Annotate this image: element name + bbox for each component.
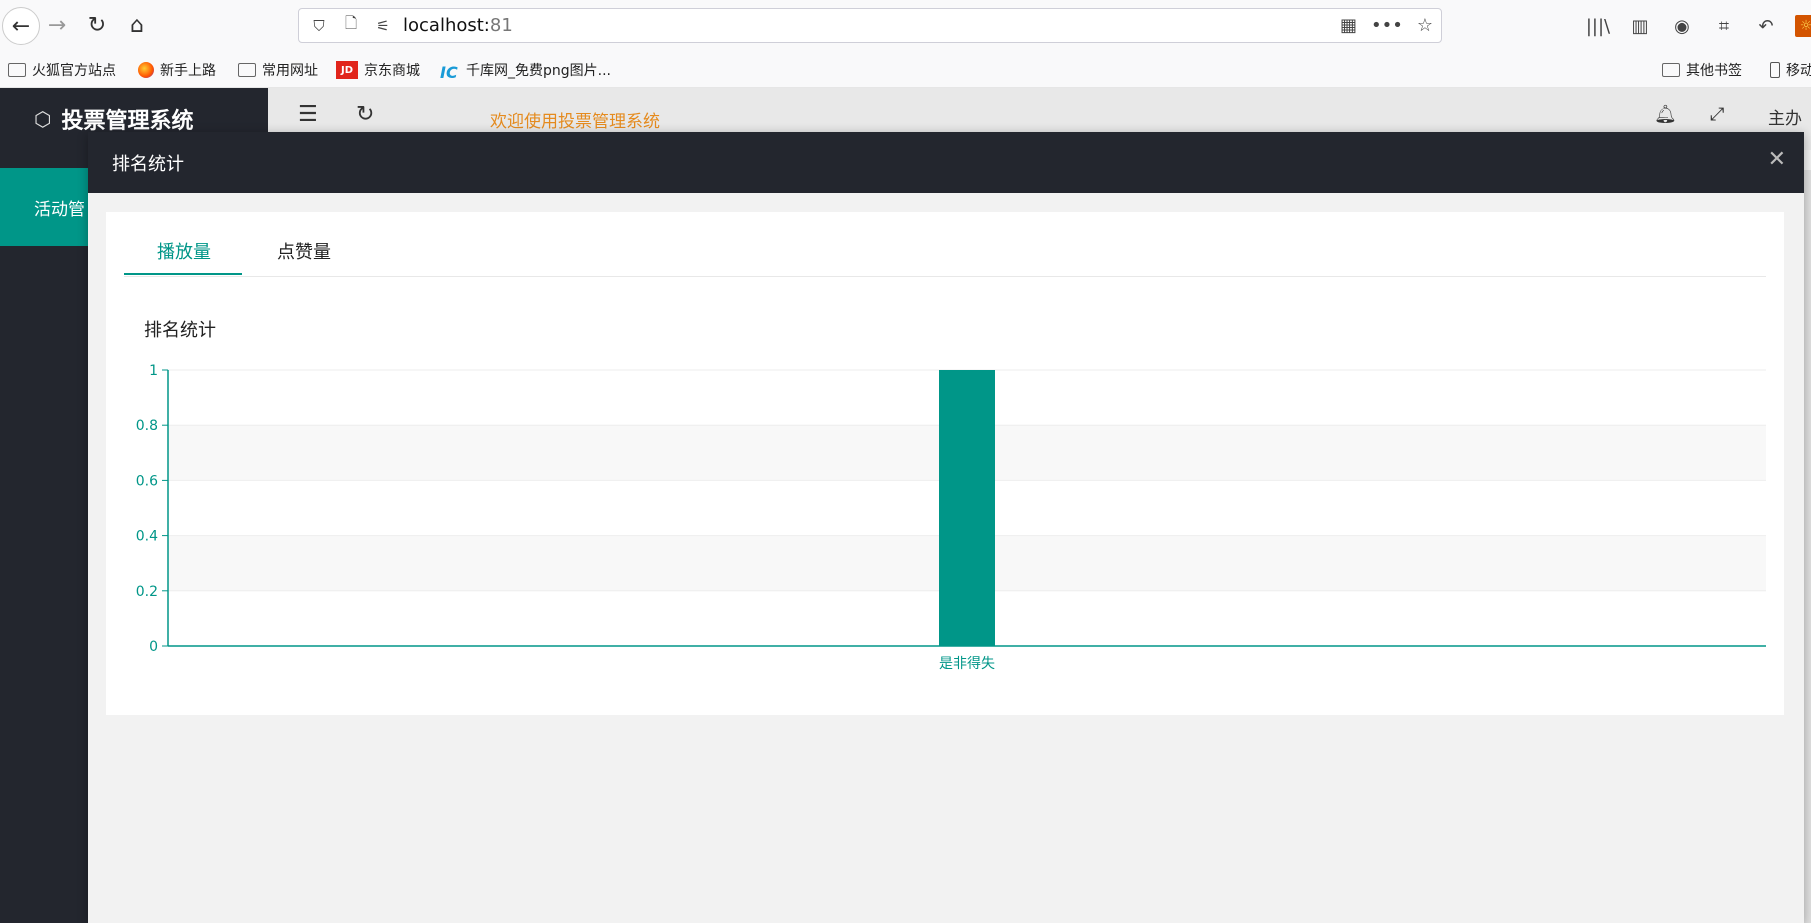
url-port: 81 xyxy=(489,15,513,36)
bookmark-label: 千库网_免费png图片... xyxy=(466,63,611,79)
bookmarks-bar: 火狐官方站点 新手上路 常用网址 JD 京东商城 IC 千库网_免费png图片.… xyxy=(0,52,1811,88)
y-tick-label: 1 xyxy=(149,363,158,379)
bookmark-getting-started[interactable]: 新手上路 xyxy=(138,60,216,80)
x-category-label: 是非得失 xyxy=(939,655,995,672)
bookmark-jd[interactable]: JD 京东商城 xyxy=(336,60,420,80)
user-menu[interactable]: 主办 xyxy=(1768,104,1802,129)
bookmark-label: 京东商城 xyxy=(364,63,420,79)
bookmark-common-sites[interactable]: 常用网址 xyxy=(238,60,318,80)
undo-icon[interactable]: ↶ xyxy=(1753,16,1779,37)
cube-icon: ⬡ xyxy=(34,107,52,131)
sidebar-item-activity[interactable]: 活动管 xyxy=(0,168,88,246)
modal-title: 排名统计 xyxy=(112,154,184,175)
jd-logo-icon: JD xyxy=(336,61,358,79)
bookmark-label: 移动 xyxy=(1786,63,1811,79)
ranking-modal: 排名统计 ✕ 播放量 点赞量 排名统计 0 0.2 0.4 0.6 0.8 1 是非得失 xyxy=(88,132,1804,923)
phone-icon xyxy=(1770,62,1780,78)
y-tick-label: 0 xyxy=(149,639,158,655)
bookmark-label: 新手上路 xyxy=(160,63,216,79)
bookmark-label: 其他书签 xyxy=(1686,63,1742,79)
bell-icon[interactable]: 🔔︎ xyxy=(1654,104,1677,125)
bookmark-qianku[interactable]: IC 千库网_免费png图片... xyxy=(440,60,611,82)
page-icon[interactable]: 🗋 xyxy=(339,13,363,38)
folder-icon xyxy=(238,63,256,77)
qr-code-icon[interactable]: ▦ xyxy=(1340,15,1357,36)
modal-card: 播放量 点赞量 排名统计 0 0.2 0.4 0.6 0.8 1 是非得失 xyxy=(106,212,1784,715)
extension-icon[interactable]: ☼ xyxy=(1795,15,1811,37)
y-tick-label: 0.6 xyxy=(136,473,158,489)
folder-icon xyxy=(8,63,26,77)
sidebar xyxy=(0,150,88,923)
menu-collapse-icon[interactable]: ☰ xyxy=(298,102,318,127)
bookmark-mobile[interactable]: 移动 xyxy=(1770,60,1811,80)
sidebar-icon[interactable]: ▥ xyxy=(1627,16,1653,37)
screenshot-crop-icon[interactable]: ⌗ xyxy=(1711,16,1737,37)
bookmark-other[interactable]: 其他书签 xyxy=(1662,60,1742,80)
y-tick-label: 0.4 xyxy=(136,529,158,545)
firefox-icon xyxy=(138,62,154,78)
browser-toolbar: ← → ↻ ⌂ ⛉ 🗋 ⚟ localhost:81 ▦ ••• ☆ |||\ … xyxy=(0,0,1811,53)
back-arrow-icon[interactable]: ← xyxy=(2,7,40,45)
qianku-logo-icon: IC xyxy=(440,63,458,82)
star-icon[interactable]: ☆ xyxy=(1417,15,1433,36)
forward-arrow-icon[interactable]: → xyxy=(40,8,74,42)
welcome-text: 欢迎使用投票管理系统 xyxy=(490,112,660,132)
account-icon[interactable]: ◉ xyxy=(1669,16,1695,37)
reload-icon[interactable]: ↻ xyxy=(80,8,114,42)
bookmark-firefox-site[interactable]: 火狐官方站点 xyxy=(8,60,116,80)
bookmark-label: 火狐官方站点 xyxy=(32,63,116,79)
home-icon[interactable]: ⌂ xyxy=(120,8,154,42)
permissions-icon[interactable]: ⚟ xyxy=(371,17,395,35)
address-bar[interactable]: ⛉ 🗋 ⚟ localhost:81 ▦ ••• ☆ xyxy=(298,8,1442,43)
url-text: localhost:81 xyxy=(403,15,513,36)
bar-chart: 0 0.2 0.4 0.6 0.8 1 是非得失 xyxy=(136,363,1766,672)
modal-header: 排名统计 ✕ xyxy=(88,132,1804,193)
more-actions-icon[interactable]: ••• xyxy=(1371,15,1403,36)
user-label: 主办 xyxy=(1768,109,1802,129)
refresh-icon[interactable]: ↻ xyxy=(356,102,374,127)
sidebar-item-label: 活动管 xyxy=(34,199,85,220)
shield-icon[interactable]: ⛉ xyxy=(307,17,331,35)
bar xyxy=(939,370,995,646)
fullscreen-icon[interactable]: ⤢ xyxy=(1710,104,1724,125)
library-icon[interactable]: |||\ xyxy=(1585,16,1611,37)
close-icon[interactable]: ✕ xyxy=(1768,147,1786,172)
y-tick-label: 0.2 xyxy=(136,584,158,600)
y-tick-label: 0.8 xyxy=(136,418,158,434)
bookmark-label: 常用网址 xyxy=(262,63,318,79)
app-title: 投票管理系统 xyxy=(61,109,194,134)
folder-icon xyxy=(1662,63,1680,77)
url-host: localhost: xyxy=(403,15,490,36)
